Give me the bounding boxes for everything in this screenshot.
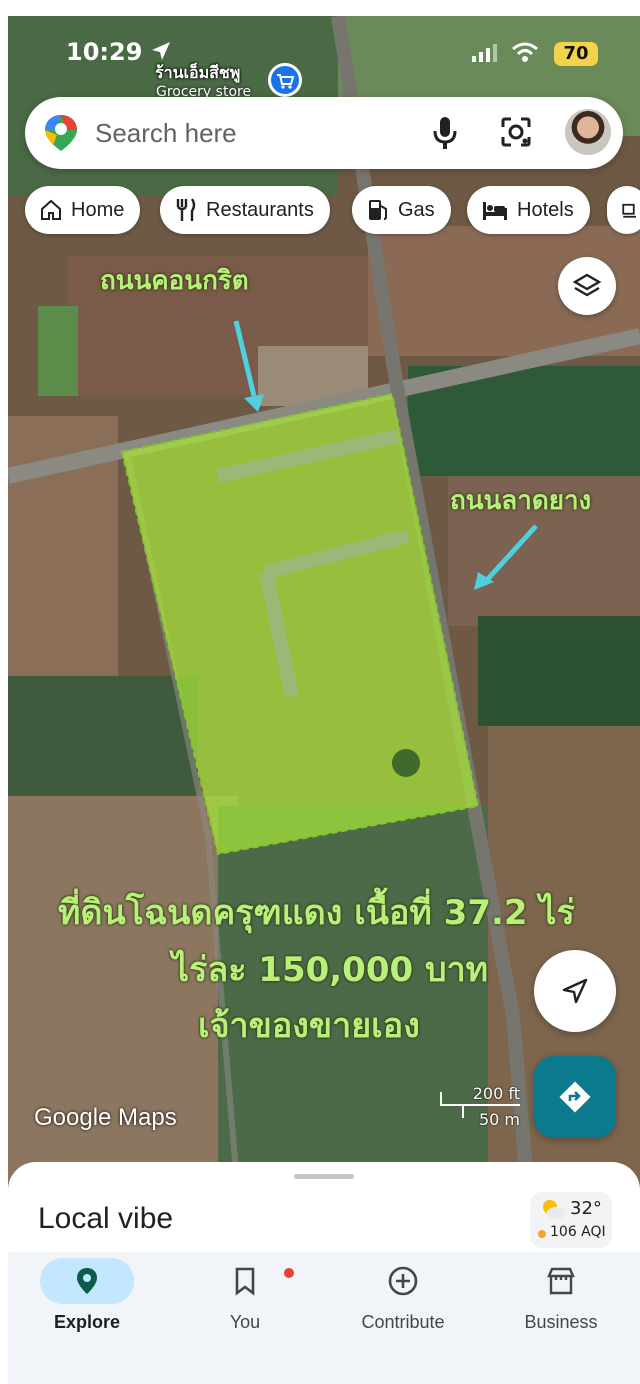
location-arrow-icon [152, 42, 170, 60]
nav-label: Explore [53, 1312, 121, 1332]
google-lens-icon[interactable] [499, 115, 533, 149]
fork-knife-icon [176, 198, 196, 221]
partly-cloudy-icon [543, 1200, 565, 1219]
aqi-dot [538, 1230, 546, 1238]
annotation-concrete-road: ถนนคอนกริต [100, 266, 249, 296]
search-bar[interactable] [25, 97, 623, 169]
home-icon [41, 199, 61, 220]
annotation-price: ไร่ละ 150,000 บาท [172, 950, 489, 990]
directions-button[interactable] [534, 1056, 616, 1138]
wifi-icon [512, 42, 538, 62]
chip-hotels[interactable]: Hotels [467, 186, 590, 234]
annotation-owner-sells: เจ้าของขายเอง [198, 1006, 420, 1046]
chip-more[interactable] [607, 186, 640, 234]
status-bar: 10:29 70 [8, 16, 640, 86]
scale-meters: 50 m [478, 1110, 520, 1129]
map-layers-button[interactable] [558, 257, 616, 315]
scale-feet: 200 ft [472, 1084, 520, 1103]
nav-business[interactable]: Business [486, 1252, 636, 1362]
weather-widget[interactable]: 32° 106 AQI [530, 1192, 612, 1248]
annotation-asphalt-road: ถนนลาดยาง [450, 486, 592, 516]
chip-gas[interactable]: Gas [352, 186, 451, 234]
my-location-button[interactable] [534, 950, 616, 1032]
storefront-icon [547, 1267, 575, 1295]
directions-icon [559, 1081, 591, 1113]
map-scale: 200 ft 50 m [440, 1082, 524, 1129]
chip-label: Restaurants [206, 198, 314, 221]
location-pin-icon [77, 1268, 97, 1294]
nav-label: Business [524, 1312, 598, 1332]
nav-you[interactable]: You [170, 1252, 320, 1362]
status-time: 10:29 [66, 38, 143, 66]
battery-indicator: 70 [554, 42, 598, 66]
bed-icon [483, 202, 507, 220]
gas-pump-icon [369, 200, 387, 220]
search-input[interactable] [95, 111, 415, 155]
layers-icon [572, 273, 602, 297]
nav-label: You [229, 1312, 261, 1332]
chip-label: Hotels [517, 198, 574, 221]
chip-home[interactable]: Home [25, 186, 141, 234]
sheet-drag-handle[interactable] [294, 1174, 354, 1179]
account-avatar[interactable] [565, 109, 611, 155]
chip-restaurants[interactable]: Restaurants [160, 186, 330, 234]
notification-dot [284, 1268, 294, 1278]
bottom-sheet[interactable]: Local vibe 32° 106 AQI [8, 1162, 640, 1262]
chip-label: Home [71, 198, 125, 221]
nav-explore[interactable]: Explore [12, 1252, 162, 1362]
plus-circle-icon [388, 1266, 418, 1296]
weather-aqi: 106 AQI [550, 1224, 606, 1240]
navigation-arrow-icon [562, 978, 588, 1004]
google-maps-logo-icon [45, 115, 77, 151]
bottom-navigation: Explore You Contribute Business [8, 1252, 640, 1384]
microphone-icon[interactable] [431, 115, 459, 151]
coffee-icon [622, 203, 636, 218]
nav-contribute[interactable]: Contribute [328, 1252, 478, 1362]
bookmark-icon [235, 1267, 255, 1296]
annotation-land-title: ที่ดินโฉนดครุฑแดง เนื้อที่ 37.2 ไร่ [58, 893, 575, 933]
sheet-title: Local vibe [38, 1202, 174, 1235]
chip-label: Gas [398, 198, 435, 221]
nav-label: Contribute [361, 1312, 445, 1332]
cellular-signal-icon [472, 44, 497, 62]
weather-temperature: 32° [570, 1198, 602, 1219]
google-maps-watermark: Google Maps [34, 1104, 177, 1131]
